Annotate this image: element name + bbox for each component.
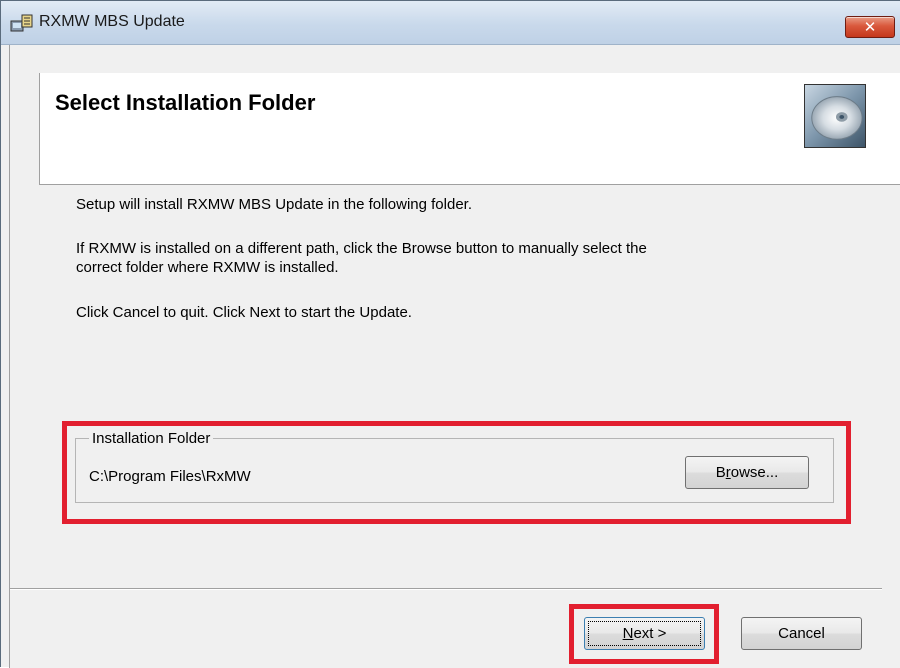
window-title: RXMW MBS Update (39, 13, 185, 30)
highlight-next-button (569, 604, 719, 664)
cancel-next-hint: Click Cancel to quit. Click Next to star… (76, 304, 412, 321)
close-button[interactable]: ✕ (845, 16, 895, 38)
intro-text: Setup will install RXMW MBS Update in th… (76, 196, 473, 213)
header-banner: Select Installation Folder (39, 73, 900, 185)
cancel-button[interactable]: Cancel (741, 617, 862, 650)
highlight-installation-folder (62, 421, 851, 524)
cd-disc-icon (804, 84, 866, 148)
cancel-label: Cancel (778, 625, 825, 642)
page-title: Select Installation Folder (55, 90, 316, 115)
close-icon: ✕ (863, 19, 877, 36)
browse-hint-line1: If RXMW is installed on a different path… (76, 240, 647, 257)
setup-window: RXMW MBS Update ✕ Select Installation Fo… (0, 0, 900, 668)
footer-separator (10, 588, 882, 590)
title-bar[interactable]: RXMW MBS Update ✕ (1, 1, 900, 45)
browse-hint-line2: correct folder where RXMW is installed. (76, 259, 339, 276)
installer-app-icon (10, 14, 33, 32)
